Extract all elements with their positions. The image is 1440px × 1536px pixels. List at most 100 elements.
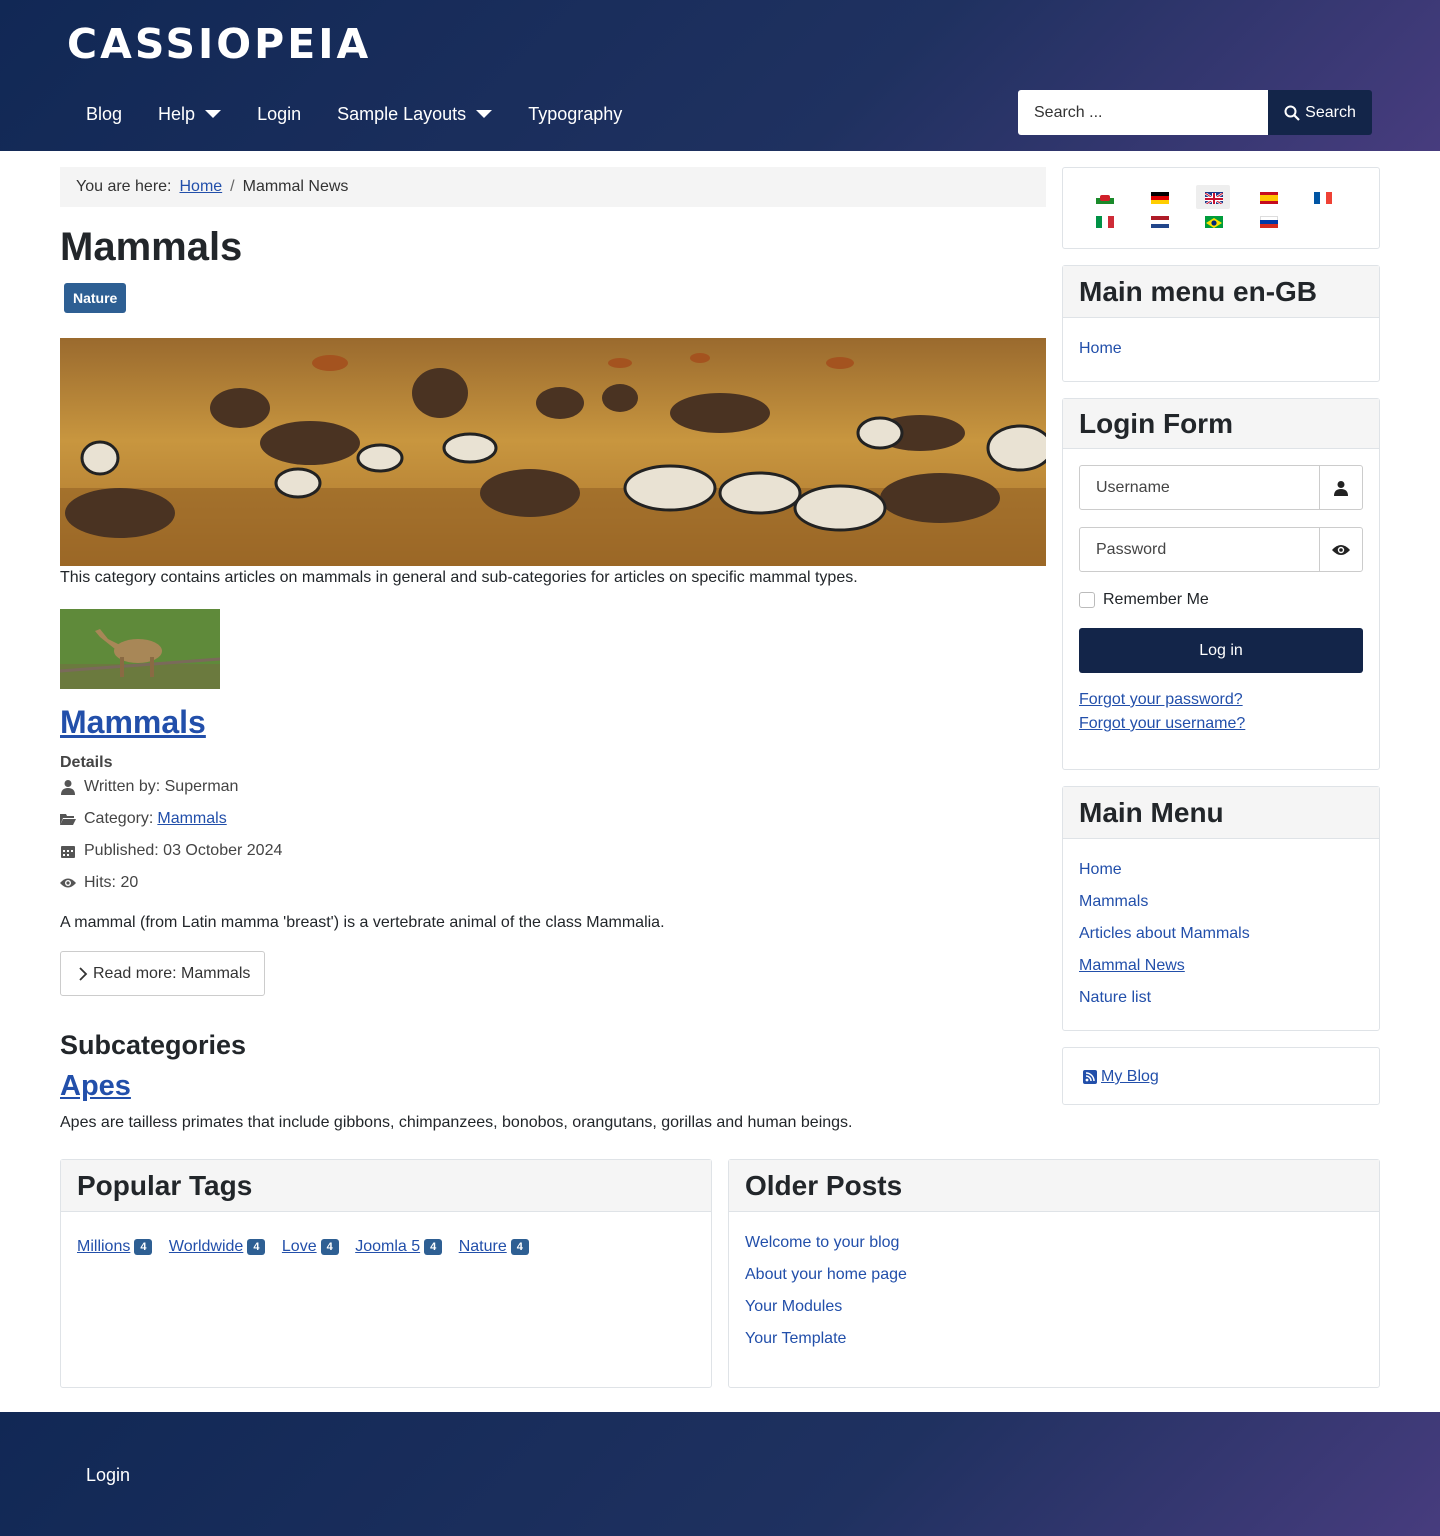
chevron-right-icon xyxy=(79,966,88,981)
tag-link-love[interactable]: Love xyxy=(282,1238,317,1255)
flag-russian-icon[interactable] xyxy=(1260,216,1278,228)
tag-link-millions[interactable]: Millions xyxy=(77,1238,130,1255)
older-post-link[interactable]: Your Modules xyxy=(745,1298,842,1316)
forgot-password-link[interactable]: Forgot your password? xyxy=(1079,691,1243,709)
remember-me-checkbox[interactable] xyxy=(1079,592,1095,608)
nav-item-label: Login xyxy=(257,103,302,124)
nav-item-label: Typography xyxy=(528,103,623,124)
article-hits-text: Hits: 20 xyxy=(84,874,139,891)
breadcrumb-separator: / xyxy=(230,178,235,195)
caret-down-icon xyxy=(205,110,222,118)
flag-welsh-icon[interactable] xyxy=(1096,192,1114,204)
flag-spanish-icon[interactable] xyxy=(1260,192,1278,204)
subcategory-apes-link[interactable]: Apes xyxy=(60,1070,131,1103)
module-title: Older Posts xyxy=(729,1160,1379,1212)
article-title-link[interactable]: Mammals xyxy=(60,704,206,741)
breadcrumb-prefix: You are here: xyxy=(76,178,172,195)
tag-cloud: Millions 4 Worldwide 4 Love 4 Joomla 54 Nat… xyxy=(77,1238,541,1256)
search-button[interactable]: Search xyxy=(1268,90,1372,135)
read-more-label: Read more: Mammals xyxy=(93,964,251,982)
menu-link-mammals[interactable]: Mammals xyxy=(1079,893,1148,911)
login-form-module: Login Form Remember Me Log in Forgot you… xyxy=(1062,398,1380,770)
tag-link-worldwide[interactable]: Worldwide xyxy=(169,1238,243,1255)
nav-item-label: Sample Layouts xyxy=(337,103,467,124)
my-blog-feed-link[interactable]: My Blog xyxy=(1101,1068,1159,1086)
caret-down-icon xyxy=(476,110,493,118)
category-description: This category contains articles on mamma… xyxy=(60,569,858,586)
older-post-link[interactable]: Your Template xyxy=(745,1330,846,1348)
flag-german-icon[interactable] xyxy=(1151,192,1169,204)
menu-link-home[interactable]: Home xyxy=(1079,340,1122,358)
older-post-link[interactable]: About your home page xyxy=(745,1266,907,1284)
category-banner-image xyxy=(60,338,1046,566)
tag-count-badge: 4 xyxy=(320,1239,339,1255)
search-input[interactable] xyxy=(1018,90,1268,135)
remember-me: Remember Me xyxy=(1079,591,1209,609)
forgot-username-link[interactable]: Forgot your username? xyxy=(1079,715,1245,733)
nav-item-typography[interactable]: Typography xyxy=(510,98,640,130)
username-input[interactable] xyxy=(1080,466,1319,509)
article-category-link[interactable]: Mammals xyxy=(157,810,226,828)
language-switcher xyxy=(1062,167,1380,249)
calendar-icon xyxy=(61,846,75,858)
tag-count-badge: 4 xyxy=(134,1239,153,1255)
login-button[interactable]: Log in xyxy=(1079,628,1363,673)
article-published: Published: 03 October 2024 xyxy=(60,842,282,860)
menu-link-articles-about-mammals[interactable]: Articles about Mammals xyxy=(1079,925,1250,943)
breadcrumb-home-link[interactable]: Home xyxy=(179,178,222,196)
flag-uk-icon[interactable] xyxy=(1205,192,1223,204)
main-nav: Blog Help Login Sample Layouts Typograph… xyxy=(68,98,640,130)
menu-link-mammal-news[interactable]: Mammal News xyxy=(1079,957,1185,975)
module-title: Login Form xyxy=(1063,399,1379,449)
flag-brazil-icon[interactable] xyxy=(1205,216,1223,228)
menu-link-nature-list[interactable]: Nature list xyxy=(1079,989,1151,1007)
nav-item-blog[interactable]: Blog xyxy=(68,98,140,130)
tag-count-badge: 4 xyxy=(424,1239,443,1255)
main-menu-en-module: Main menu en-GB Home xyxy=(1062,265,1380,382)
search-icon xyxy=(1284,105,1300,121)
show-password-eye-icon[interactable] xyxy=(1319,528,1362,571)
menu-link-home[interactable]: Home xyxy=(1079,861,1122,879)
page-title: Mammals xyxy=(60,225,243,269)
feed-module: My Blog xyxy=(1062,1047,1380,1105)
nav-item-sample-layouts[interactable]: Sample Layouts xyxy=(319,98,510,130)
article-intro: A mammal (from Latin mamma 'breast') is … xyxy=(60,914,665,931)
read-more-button[interactable]: Read more: Mammals xyxy=(60,951,265,996)
nav-item-login[interactable]: Login xyxy=(239,98,319,130)
tag-count-badge: 4 xyxy=(510,1239,529,1255)
article-details-label: Details xyxy=(60,754,113,771)
article-author: Written by: Superman xyxy=(60,778,238,796)
breadcrumb: You are here: Home / Mammal News xyxy=(60,167,1046,207)
search-form: Search xyxy=(1018,90,1372,135)
older-posts-module: Older Posts Welcome to your blog About y… xyxy=(728,1159,1380,1388)
nav-item-label: Blog xyxy=(86,103,123,124)
flag-dutch-icon[interactable] xyxy=(1151,216,1169,228)
footer-login-link[interactable]: Login xyxy=(86,1465,130,1486)
article-thumbnail-image[interactable] xyxy=(60,609,220,689)
password-input[interactable] xyxy=(1080,528,1319,571)
older-post-link[interactable]: Welcome to your blog xyxy=(745,1234,899,1252)
nav-item-help[interactable]: Help xyxy=(140,98,239,130)
flag-italian-icon[interactable] xyxy=(1096,216,1114,228)
site-brand[interactable]: CASSIOPEIA xyxy=(67,20,371,68)
search-button-label: Search xyxy=(1305,103,1356,121)
eye-icon xyxy=(60,878,76,888)
username-field xyxy=(1079,465,1363,510)
flag-french-icon[interactable] xyxy=(1314,192,1332,204)
remember-me-label: Remember Me xyxy=(1103,591,1209,608)
nav-item-label: Help xyxy=(158,103,196,124)
feed-link-wrap: My Blog xyxy=(1083,1068,1159,1086)
article-author-text: Written by: Superman xyxy=(84,778,239,795)
article-category: Category: Mammals xyxy=(60,810,227,828)
breadcrumb-current: Mammal News xyxy=(242,178,349,195)
user-icon xyxy=(61,780,75,795)
user-icon xyxy=(1319,466,1362,509)
category-tag-badge[interactable]: Nature xyxy=(64,283,127,313)
tag-link-joomla-5[interactable]: Joomla 5 xyxy=(355,1238,420,1255)
tag-count-badge: 4 xyxy=(247,1239,266,1255)
tag-link-nature[interactable]: Nature xyxy=(459,1238,507,1255)
subcategory-apes-description: Apes are tailless primates that include … xyxy=(60,1114,853,1131)
article-category-prefix: Category: xyxy=(84,810,154,827)
module-title: Popular Tags xyxy=(61,1160,711,1212)
folder-open-icon xyxy=(60,814,76,825)
